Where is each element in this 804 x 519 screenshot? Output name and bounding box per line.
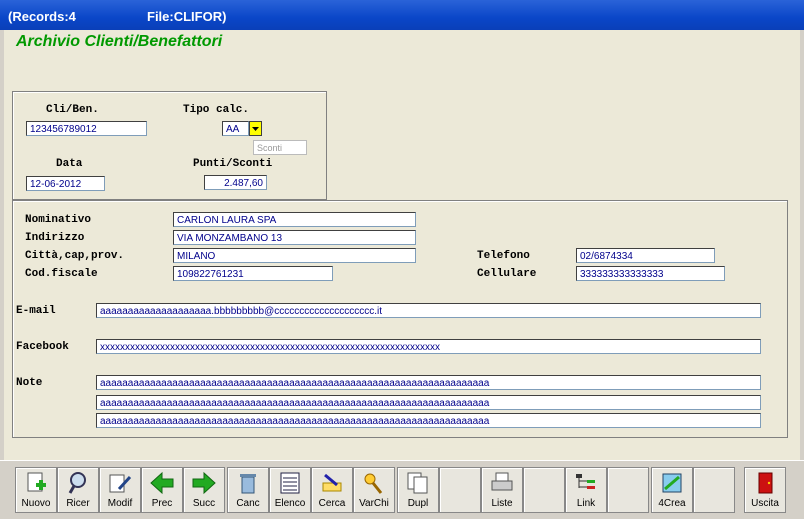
dupl-button[interactable]: Dupl [397,467,439,513]
exit-door-icon [758,472,773,494]
cerca-label: Cerca [318,498,346,509]
codfiscale-field[interactable]: 109822761231 [173,266,333,281]
file-name: File:CLIFOR) [147,9,227,24]
uscita-button[interactable]: Uscita [744,467,786,513]
data-label: Data [56,158,83,170]
modif-button[interactable]: Modif [99,467,141,513]
data-field[interactable]: 12-06-2012 [26,176,105,191]
title-bar: (Records:4 File:CLIFOR) [0,0,804,30]
build-icon [662,473,682,493]
tipo-field[interactable]: AA [222,121,249,136]
chevron-down-icon [252,127,259,131]
empty-button-4[interactable] [693,467,735,513]
varchi-button[interactable]: VarChi [353,467,395,513]
citta-field[interactable]: MILANO [173,248,416,263]
punti-label: Punti/Sconti [193,158,273,170]
prec-label: Prec [151,498,173,509]
indirizzo-label: Indirizzo [25,232,85,244]
telefono-label: Telefono [477,250,530,262]
varchi-label: VarChi [359,498,389,509]
note-field-3[interactable]: aaaaaaaaaaaaaaaaaaaaaaaaaaaaaaaaaaaaaaaa… [96,413,761,428]
nuovo-button[interactable]: Nuovo [15,467,57,513]
duplicate-icon [407,472,428,494]
printer-icon [491,472,513,491]
find-icon [322,473,342,492]
modif-label: Modif [107,498,133,509]
ricer-button[interactable]: Ricer [57,467,99,513]
cli-label: Cli/Ben. [46,104,99,116]
search-icon [68,472,86,494]
empty-button-2[interactable] [523,467,565,513]
cli-field[interactable]: 123456789012 [26,121,147,136]
uscita-label: Uscita [751,498,779,509]
trash-icon [240,474,256,494]
nominativo-label: Nominativo [25,214,92,226]
email-field[interactable]: aaaaaaaaaaaaaaaaaaaa.bbbbbbbbb@ccccccccc… [96,303,761,318]
succ-button[interactable]: Succ [183,467,225,513]
link-button[interactable]: Link [565,467,607,513]
note-field-1[interactable]: aaaaaaaaaaaaaaaaaaaaaaaaaaaaaaaaaaaaaaaa… [96,375,761,390]
succ-label: Succ [192,498,216,509]
link-label: Link [576,498,596,509]
canc-label: Canc [236,498,260,509]
citta-label: Città,cap,prov. [25,250,125,262]
arrow-right-icon [192,471,216,495]
indirizzo-field[interactable]: VIA MONZAMBANO 13 [173,230,416,245]
note-field-2[interactable]: aaaaaaaaaaaaaaaaaaaaaaaaaaaaaaaaaaaaaaaa… [96,395,761,410]
list-icon [280,472,300,494]
cellulare-label: Cellulare [477,268,537,280]
note-label: Note [16,377,43,389]
arrow-left-icon [150,471,174,495]
records-count: (Records:4 [8,9,76,24]
cellulare-field[interactable]: 333333333333333 [576,266,725,281]
dupl-label: Dupl [407,498,429,509]
cerca-button[interactable]: Cerca [311,467,353,513]
email-label: E-mail [16,305,56,317]
codfiscale-label: Cod.fiscale [25,268,98,280]
punti-field[interactable]: 2.487,60 [204,175,267,190]
canc-button[interactable]: Canc [227,467,269,513]
tipo-dropdown-button[interactable] [249,121,262,136]
empty-button-1[interactable] [439,467,481,513]
key-icon [364,473,383,494]
empty-button-3[interactable] [607,467,649,513]
elenco-button[interactable]: Elenco [269,467,311,513]
prec-button[interactable]: Prec [141,467,183,513]
nominativo-field[interactable]: CARLON LAURA SPA [173,212,416,227]
telefono-field[interactable]: 02/6874334 [576,248,715,263]
liste-label: Liste [491,498,513,509]
new-document-icon [27,472,46,492]
facebook-label: Facebook [16,341,69,353]
ricer-label: Ricer [66,498,90,509]
edit-icon [109,474,132,493]
page-title: Archivio Clienti/Benefattori [16,33,223,50]
liste-button[interactable]: Liste [481,467,523,513]
tree-icon [576,474,595,489]
nuovo-label: Nuovo [21,498,51,509]
crea4-button[interactable]: 4Crea [651,467,693,513]
facebook-field[interactable]: xxxxxxxxxxxxxxxxxxxxxxxxxxxxxxxxxxxxxxxx… [96,339,761,354]
sconti-field[interactable]: Sconti [253,140,307,155]
crea4-label: 4Crea [658,498,686,509]
elenco-label: Elenco [274,498,306,509]
tipo-label: Tipo calc. [183,104,250,116]
